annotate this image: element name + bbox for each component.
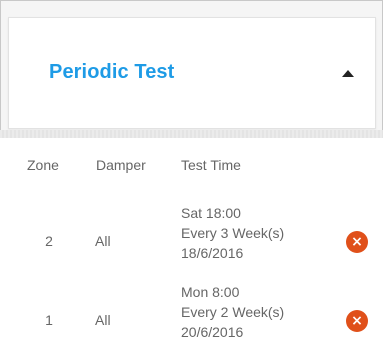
- test-time-frequency: Every 2 Week(s): [181, 304, 285, 320]
- test-time-day: Mon 8:00: [181, 284, 240, 300]
- collapse-toggle-button[interactable]: [331, 56, 365, 90]
- column-header-zone: Zone: [27, 157, 59, 173]
- row-damper: All: [95, 233, 111, 249]
- column-header-test-time: Test Time: [181, 157, 241, 173]
- test-time-frequency: Every 3 Week(s): [181, 225, 285, 241]
- delete-button[interactable]: ×: [346, 231, 368, 253]
- row-test-time: Mon 8:00 Every 2 Week(s) 20/6/2016: [181, 282, 284, 342]
- delete-icon: ×: [351, 234, 363, 250]
- row-zone: 2: [45, 233, 53, 249]
- delete-button[interactable]: ×: [346, 310, 368, 332]
- row-damper: All: [95, 312, 111, 328]
- caret-up-icon: [342, 69, 354, 77]
- periodic-test-table: Zone Damper Test Time 2 All Sat 18:00 Ev…: [0, 138, 383, 354]
- delete-icon: ×: [351, 313, 363, 329]
- row-test-time: Sat 18:00 Every 3 Week(s) 18/6/2016: [181, 203, 284, 263]
- test-time-day: Sat 18:00: [181, 205, 241, 221]
- periodic-test-header[interactable]: Periodic Test: [8, 17, 376, 129]
- test-time-date: 20/6/2016: [181, 324, 244, 340]
- column-header-damper: Damper: [96, 157, 146, 173]
- test-time-date: 18/6/2016: [181, 245, 244, 261]
- section-separator: [0, 130, 383, 138]
- row-zone: 1: [45, 312, 53, 328]
- section-title: Periodic Test: [49, 61, 175, 83]
